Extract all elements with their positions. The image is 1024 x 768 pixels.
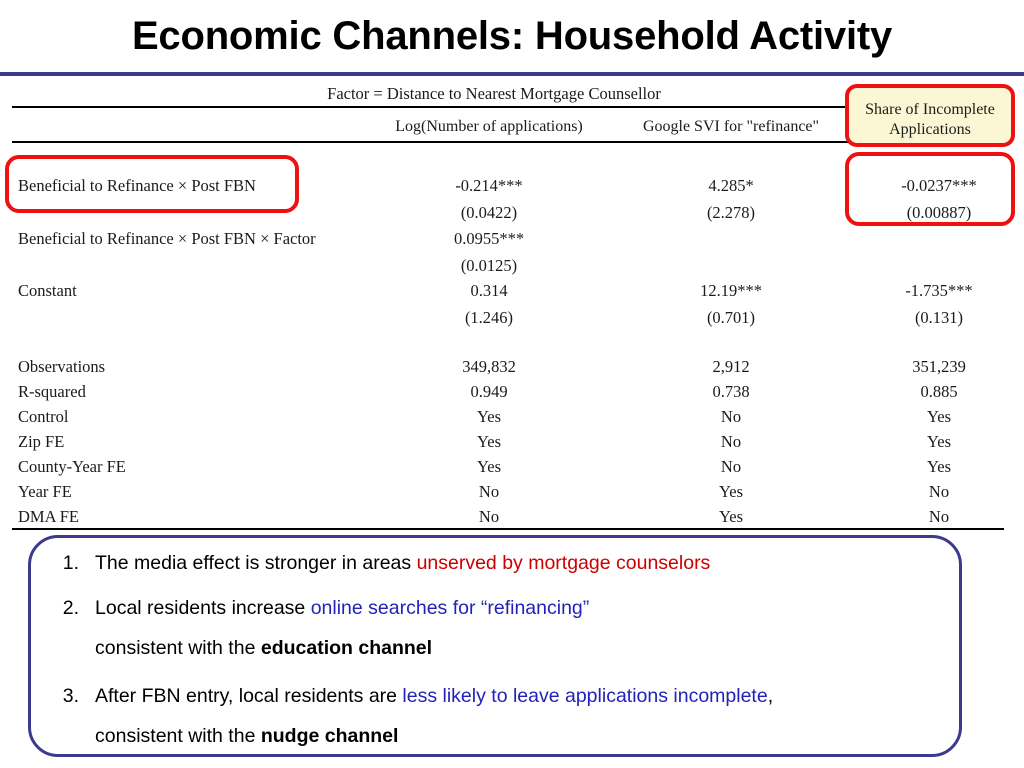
- cell-r2-c1-coef: 12.19***: [700, 281, 762, 300]
- cell-r2-c1-se: (0.701): [706, 308, 756, 327]
- cell-r2-c2-coef: -1.735***: [905, 281, 973, 300]
- page-title: Economic Channels: Household Activity: [131, 14, 893, 58]
- list-item: 1. The media effect is stronger in areas …: [45, 552, 947, 575]
- column-header-incomplete-line1: Share of Incomplete: [865, 101, 995, 118]
- stat-dma-fe-c1: Yes: [718, 507, 743, 526]
- stat-label-county-year-fe: County-Year FE: [18, 457, 126, 476]
- stat-observations-c2: 351,239: [912, 357, 966, 376]
- cell-r1-c0-coef: 0.0955***: [453, 229, 525, 248]
- list-item: 2. Local residents increase online search…: [45, 597, 947, 620]
- title-divider: [0, 72, 1024, 76]
- bullet-3b-text-bold: nudge channel: [260, 725, 399, 747]
- stat-label-observations: Observations: [18, 357, 106, 376]
- row-label-triple-interaction: Beneficial to Refinance × Post FBN × Fac…: [18, 229, 316, 248]
- stat-year-fe-c1: Yes: [718, 482, 743, 501]
- bullet-3-text-emphasis: less likely to leave applications incomp…: [402, 685, 768, 707]
- cell-r1-c0-se: (0.0125): [460, 256, 518, 275]
- column-header-incomplete-line2: Applications: [889, 121, 971, 138]
- cell-r2-c0-se: (1.246): [464, 308, 514, 327]
- cell-r2-c0-coef: 0.314: [470, 281, 508, 300]
- cell-r0-c2-coef: -0.0237***: [901, 176, 977, 195]
- column-header-incomplete: Share of Incomplete Applications: [849, 100, 1011, 140]
- table-rule-bottom: [12, 528, 1004, 530]
- stat-zip-fe-c1: No: [720, 432, 742, 451]
- row-label-constant: Constant: [18, 281, 77, 300]
- column-header-google-svi: Google SVI for "refinance": [642, 118, 820, 135]
- stat-control-c2: Yes: [926, 407, 951, 426]
- row-label-interaction: Beneficial to Refinance × Post FBN: [18, 176, 256, 195]
- stat-label-year-fe: Year FE: [18, 482, 72, 501]
- bullet-number-2: 2.: [62, 597, 79, 619]
- stat-dma-fe-c2: No: [928, 507, 950, 526]
- stat-zip-fe-c0: Yes: [476, 432, 501, 451]
- bullet-1-text-emphasis: unserved by mortgage counselors: [416, 552, 711, 574]
- stat-county-year-fe-c1: No: [720, 457, 742, 476]
- column-header-applications: Log(Number of applications): [395, 118, 583, 135]
- stat-control-c0: Yes: [476, 407, 501, 426]
- bullet-2-text-emphasis: online searches for “refinancing”: [310, 597, 590, 619]
- bullet-3-text-tail: ,: [767, 685, 774, 707]
- bullet-2b-text-plain: consistent with the: [95, 637, 261, 659]
- regression-table: Factor = Distance to Nearest Mortgage Co…: [0, 78, 1024, 530]
- stat-control-c1: No: [720, 407, 742, 426]
- stat-label-zip-fe: Zip FE: [18, 432, 65, 451]
- cell-r2-c2-se: (0.131): [914, 308, 964, 327]
- bullet-number-3: 3.: [62, 685, 79, 707]
- bullet-2-text-plain: Local residents increase: [95, 597, 311, 619]
- stat-county-year-fe-c2: Yes: [926, 457, 951, 476]
- highlight-box-column-header: Share of Incomplete Applications: [845, 84, 1015, 147]
- bullet-3-text-plain: After FBN entry, local residents are: [95, 685, 403, 707]
- stat-r-squared-c1: 0.738: [712, 382, 750, 401]
- stat-observations-c0: 349,832: [462, 357, 516, 376]
- bullet-number-1: 1.: [62, 552, 79, 574]
- cell-r0-c0-coef: -0.214***: [455, 176, 523, 195]
- stat-year-fe-c0: No: [478, 482, 500, 501]
- stat-county-year-fe-c0: Yes: [476, 457, 501, 476]
- conclusion-box: 1. The media effect is stronger in areas …: [28, 535, 962, 757]
- cell-r0-c1-se: (2.278): [706, 203, 756, 222]
- stat-zip-fe-c2: Yes: [926, 432, 951, 451]
- bullet-1-text-plain: The media effect is stronger in areas: [95, 552, 417, 574]
- stat-year-fe-c2: No: [928, 482, 950, 501]
- list-item-continuation: consistent with the nudge channel: [45, 725, 947, 748]
- stat-dma-fe-c0: No: [478, 507, 500, 526]
- stat-r-squared-c0: 0.949: [470, 382, 508, 401]
- cell-r0-c2-se: (0.00887): [906, 203, 972, 222]
- cell-r0-c0-se: (0.0422): [460, 203, 518, 222]
- stat-label-dma-fe: DMA FE: [18, 507, 79, 526]
- list-item-continuation: consistent with the education channel: [45, 637, 947, 660]
- stat-label-r-squared: R-squared: [18, 382, 86, 401]
- list-item: 3. After FBN entry, local residents are l…: [45, 685, 947, 708]
- stat-label-control: Control: [18, 407, 69, 426]
- stat-r-squared-c2: 0.885: [920, 382, 958, 401]
- bullet-2b-text-bold: education channel: [260, 637, 433, 659]
- stat-observations-c1: 2,912: [712, 357, 750, 376]
- bullet-3b-text-plain: consistent with the: [95, 725, 261, 747]
- cell-r0-c1-coef: 4.285*: [708, 176, 754, 195]
